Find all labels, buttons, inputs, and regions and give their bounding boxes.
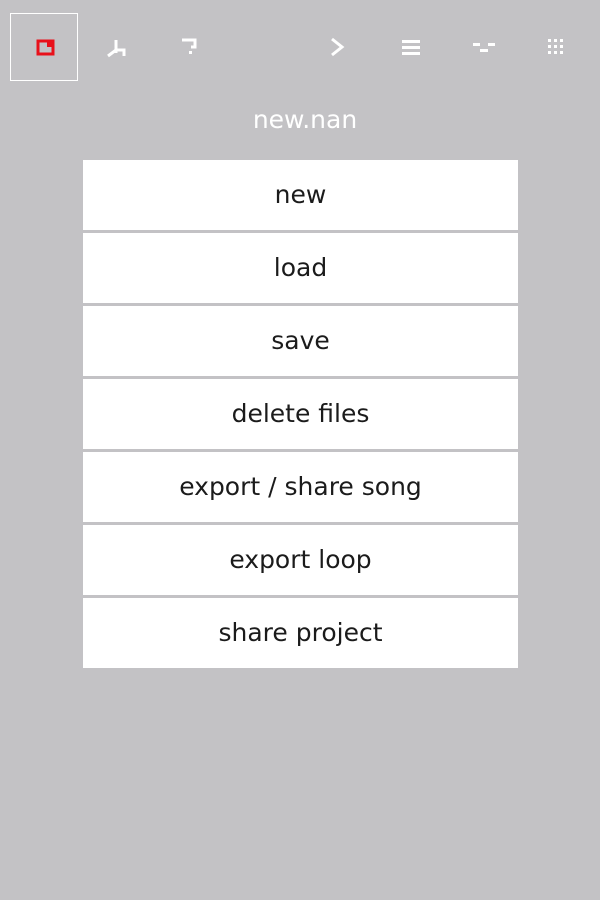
file-name-title: new.nan xyxy=(252,105,358,134)
settings-icon xyxy=(107,40,126,58)
list-button[interactable] xyxy=(377,13,445,81)
save-button[interactable]: save xyxy=(83,306,518,376)
share-project-button[interactable]: share project xyxy=(83,598,518,668)
grid-icon xyxy=(548,39,563,54)
top-toolbar xyxy=(0,0,600,90)
settings-button[interactable] xyxy=(84,13,152,81)
list-icon xyxy=(402,40,420,55)
help-icon xyxy=(182,38,197,54)
file-menu-icon xyxy=(36,39,55,56)
delete-files-button[interactable]: delete files xyxy=(83,379,518,449)
play-icon xyxy=(331,37,345,57)
export-loop-button[interactable]: export loop xyxy=(83,525,518,595)
play-button[interactable] xyxy=(306,13,374,81)
sequence-button[interactable] xyxy=(450,13,518,81)
load-button[interactable]: load xyxy=(83,233,518,303)
new-button[interactable]: new xyxy=(83,160,518,230)
sequence-icon xyxy=(473,43,495,52)
file-menu-button[interactable] xyxy=(10,13,78,81)
help-button[interactable] xyxy=(158,13,226,81)
export-share-song-button[interactable]: export / share song xyxy=(83,452,518,522)
grid-button[interactable] xyxy=(523,13,591,81)
file-menu-list: new load save delete files export / shar… xyxy=(83,160,518,668)
